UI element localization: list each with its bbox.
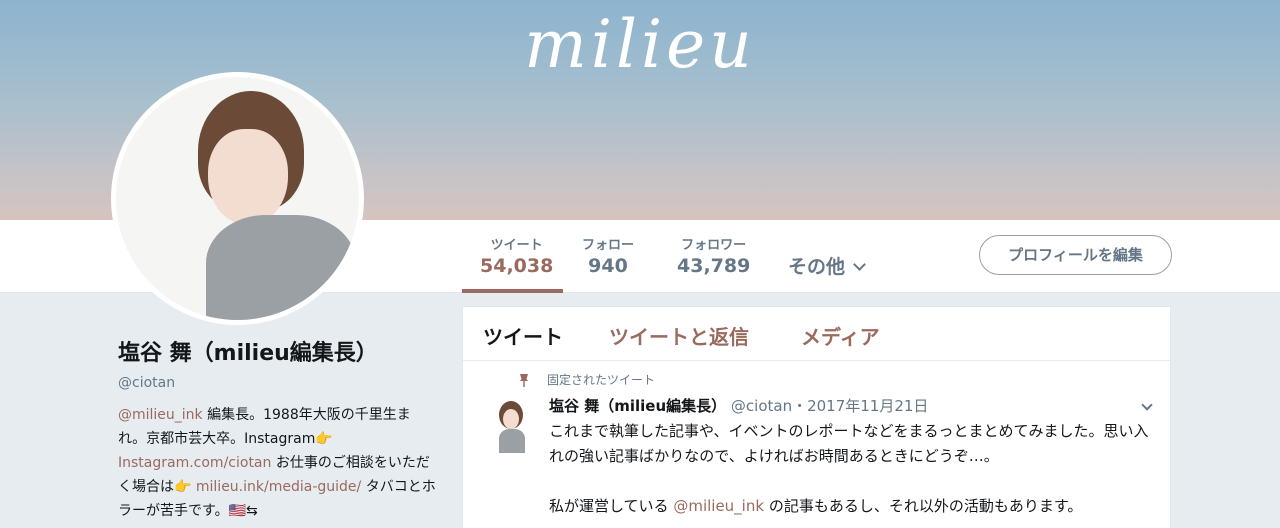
stat-value: 54,038	[480, 255, 554, 277]
chevron-down-icon	[853, 258, 866, 271]
tweet-text: これまで執筆した記事や、イベントのレポートなどをまるっとまとめてみました。思い入…	[549, 419, 1149, 528]
edit-profile-button[interactable]: プロフィールを編集	[979, 235, 1172, 275]
tweet-avatar[interactable]	[493, 399, 529, 455]
stat-value: 43,789	[677, 255, 751, 277]
tweet-paragraph: これまで執筆した記事や、イベントのレポートなどをまるっとまとめてみました。思い入…	[549, 422, 1149, 465]
tweet-paragraph: 私が運営している @milieu_ink の記事もあるし、それ以外の活動もありま…	[549, 494, 1149, 519]
more-label: その他	[788, 256, 846, 278]
banner-logo: milieu	[524, 6, 756, 83]
stat-tweets[interactable]: ツイート 54,038	[480, 234, 553, 277]
tweet-author-name[interactable]: 塩谷 舞（milieu編集長）	[549, 397, 726, 415]
bio-media-guide-link[interactable]: milieu.ink/media-guide/	[196, 479, 361, 495]
profile-card: 塩谷 舞（milieu編集長） @ciotan @milieu_ink 編集長。…	[118, 335, 438, 523]
stat-following[interactable]: フォロー 940	[582, 234, 634, 277]
profile-handle[interactable]: @ciotan	[118, 375, 438, 391]
stat-followers[interactable]: フォロワー 43,789	[677, 234, 750, 277]
bio-instagram-link[interactable]: Instagram.com/ciotan	[118, 455, 271, 471]
stat-label: フォロー	[582, 238, 635, 253]
more-button[interactable]: その他	[788, 252, 866, 279]
bio-mention-link[interactable]: @milieu_ink	[118, 407, 203, 423]
pin-icon	[520, 374, 528, 387]
tweet-text-segment: の記事もあるし、それ以外の活動もあります。	[764, 497, 1083, 515]
profile-name: 塩谷 舞（milieu編集長）	[118, 341, 378, 366]
tweet-mention-link[interactable]: @milieu_ink	[673, 497, 764, 515]
stat-label: ツイート	[490, 238, 543, 253]
avatar-image	[116, 77, 359, 320]
active-stat-indicator	[462, 289, 563, 293]
timeline-tabs: ツイート ツイートと返信 メディア	[463, 307, 1170, 361]
tweet-text-segment: 私が運営している	[549, 497, 674, 515]
stat-label: フォロワー	[681, 238, 747, 253]
tab-media[interactable]: メディア	[801, 321, 880, 350]
stat-value: 940	[588, 255, 628, 277]
tab-tweets[interactable]: ツイート	[483, 321, 563, 350]
tweet-header: 塩谷 舞（milieu編集長） @ciotan・2017年11月21日	[549, 395, 928, 416]
profile-bio: @milieu_ink 編集長。1988年大阪の千里生まれ。京都市芸大卒。Ins…	[118, 403, 438, 523]
profile-avatar[interactable]	[111, 72, 364, 325]
pinned-label: 固定されたツイート	[547, 373, 656, 387]
tweet-meta[interactable]: @ciotan・2017年11月21日	[726, 397, 929, 415]
timeline: ツイート ツイートと返信 メディア 固定されたツイート 塩谷 舞（milieu編…	[462, 306, 1171, 528]
tab-tweets-and-replies[interactable]: ツイートと返信	[609, 321, 749, 350]
tweet-menu-chevron-icon[interactable]	[1141, 399, 1153, 411]
